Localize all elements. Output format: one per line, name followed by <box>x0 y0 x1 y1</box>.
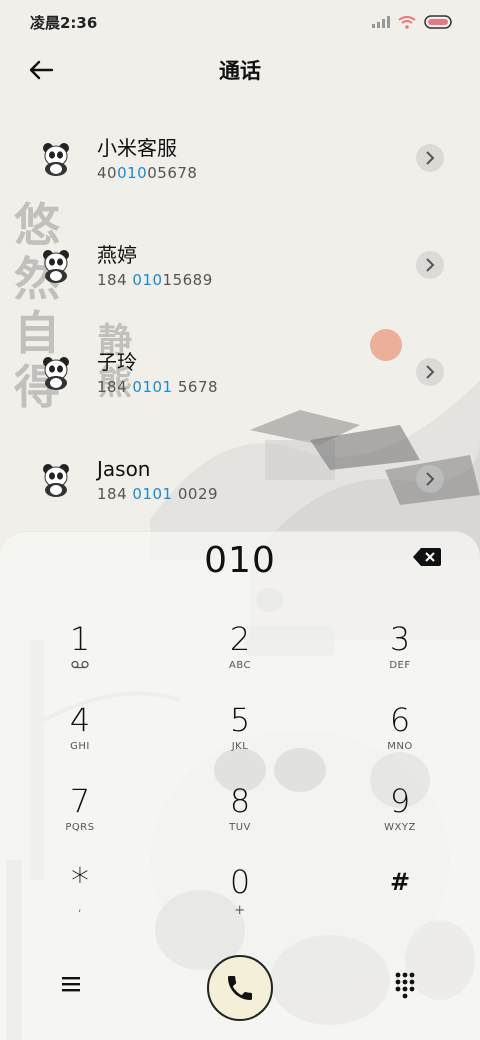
key-letters: JKL <box>231 741 249 752</box>
signal-icon <box>372 16 390 28</box>
key-digit: 5 <box>229 701 251 739</box>
key-digit: * <box>71 861 89 902</box>
wifi-icon <box>398 15 416 29</box>
hide-keypad-button[interactable] <box>394 971 420 1001</box>
contact-details-button[interactable] <box>416 465 444 493</box>
key-digit: 0 <box>229 863 251 901</box>
voicemail-icon <box>30 660 130 672</box>
menu-button[interactable] <box>60 975 86 997</box>
key-0[interactable]: 0 + <box>190 863 290 939</box>
key-7[interactable]: 7 PQRS <box>30 782 130 858</box>
key-5[interactable]: 5 JKL <box>190 701 290 777</box>
key-4[interactable]: 4 GHI <box>30 701 130 777</box>
key-hash[interactable]: # <box>350 863 450 939</box>
key-8[interactable]: 8 TUV <box>190 782 290 858</box>
chevron-right-icon <box>426 258 435 272</box>
hamburger-menu-icon <box>62 977 80 992</box>
contact-name: 燕婷 <box>97 243 137 267</box>
key-star[interactable]: * , <box>30 863 130 939</box>
key-1[interactable]: 1 <box>30 620 130 696</box>
panda-avatar-icon <box>43 250 69 283</box>
key-digit: 8 <box>229 782 251 820</box>
key-letters: DEF <box>389 660 411 671</box>
back-arrow-icon <box>29 60 54 80</box>
key-digit: 2 <box>229 620 251 658</box>
contact-number: 184 01015689 <box>97 271 213 289</box>
contact-results-list: 小米客服 4001005678 燕婷 184 01015689 子玲 184 0… <box>0 104 480 532</box>
chevron-right-icon <box>426 151 435 165</box>
key-letters: TUV <box>229 822 251 833</box>
key-digit: # <box>389 868 411 896</box>
backspace-button[interactable] <box>412 546 442 568</box>
call-button[interactable] <box>207 955 273 1021</box>
contact-details-button[interactable] <box>416 144 444 172</box>
back-button[interactable] <box>28 56 62 84</box>
contact-name: Jason <box>97 457 151 481</box>
chevron-right-icon <box>426 472 435 486</box>
dialpad-icon <box>395 972 415 999</box>
contact-name: 小米客服 <box>97 136 177 160</box>
key-6[interactable]: 6 MNO <box>350 701 450 777</box>
key-digit: 9 <box>389 782 411 820</box>
key-digit: 4 <box>69 701 91 739</box>
key-9[interactable]: 9 WXYZ <box>350 782 450 858</box>
key-letters: , <box>78 903 82 914</box>
phone-icon <box>228 976 252 1000</box>
key-letters: ABC <box>228 660 251 671</box>
contact-name: 子玲 <box>97 350 137 374</box>
panda-avatar-icon <box>43 357 69 390</box>
status-icons <box>372 15 454 29</box>
key-digit: 3 <box>389 620 411 658</box>
contact-result-item[interactable]: 子玲 184 0101 5678 <box>0 318 480 425</box>
key-letters: + <box>234 903 246 918</box>
contact-number: 184 0101 0029 <box>97 485 219 503</box>
key-letters: PQRS <box>65 822 95 833</box>
key-3[interactable]: 3 DEF <box>350 620 450 696</box>
dialer-panel: 010 1 2 ABC 3 DEF 4 GHI 5 JKL 6 MNO 7 PQ… <box>0 531 480 1040</box>
contact-result-item[interactable]: 小米客服 4001005678 <box>0 104 480 211</box>
key-digit: 6 <box>389 701 411 739</box>
contact-details-button[interactable] <box>416 251 444 279</box>
contact-result-item[interactable]: Jason 184 0101 0029 <box>0 425 480 532</box>
panda-avatar-icon <box>43 464 69 497</box>
top-app-bar: 通话 <box>0 44 480 96</box>
status-time: 凌晨2:36 <box>30 13 98 32</box>
contact-number: 184 0101 5678 <box>97 378 219 396</box>
key-letters: WXYZ <box>384 822 416 833</box>
key-letters: MNO <box>387 741 413 752</box>
contact-number: 4001005678 <box>97 164 198 182</box>
panda-avatar-icon <box>43 143 69 176</box>
dialer-bottom-bar <box>0 949 480 1029</box>
key-letters: GHI <box>70 741 90 752</box>
backspace-icon <box>413 548 441 566</box>
key-digit: 7 <box>69 782 91 820</box>
chevron-right-icon <box>426 365 435 379</box>
status-bar: 凌晨2:36 <box>0 0 480 44</box>
page-title: 通话 <box>219 59 261 83</box>
key-digit: 1 <box>69 620 91 658</box>
contact-details-button[interactable] <box>416 358 444 386</box>
dialed-number-display: 010 <box>204 540 276 581</box>
contact-result-item[interactable]: 燕婷 184 01015689 <box>0 211 480 318</box>
key-2[interactable]: 2 ABC <box>190 620 290 696</box>
battery-icon <box>424 15 452 29</box>
